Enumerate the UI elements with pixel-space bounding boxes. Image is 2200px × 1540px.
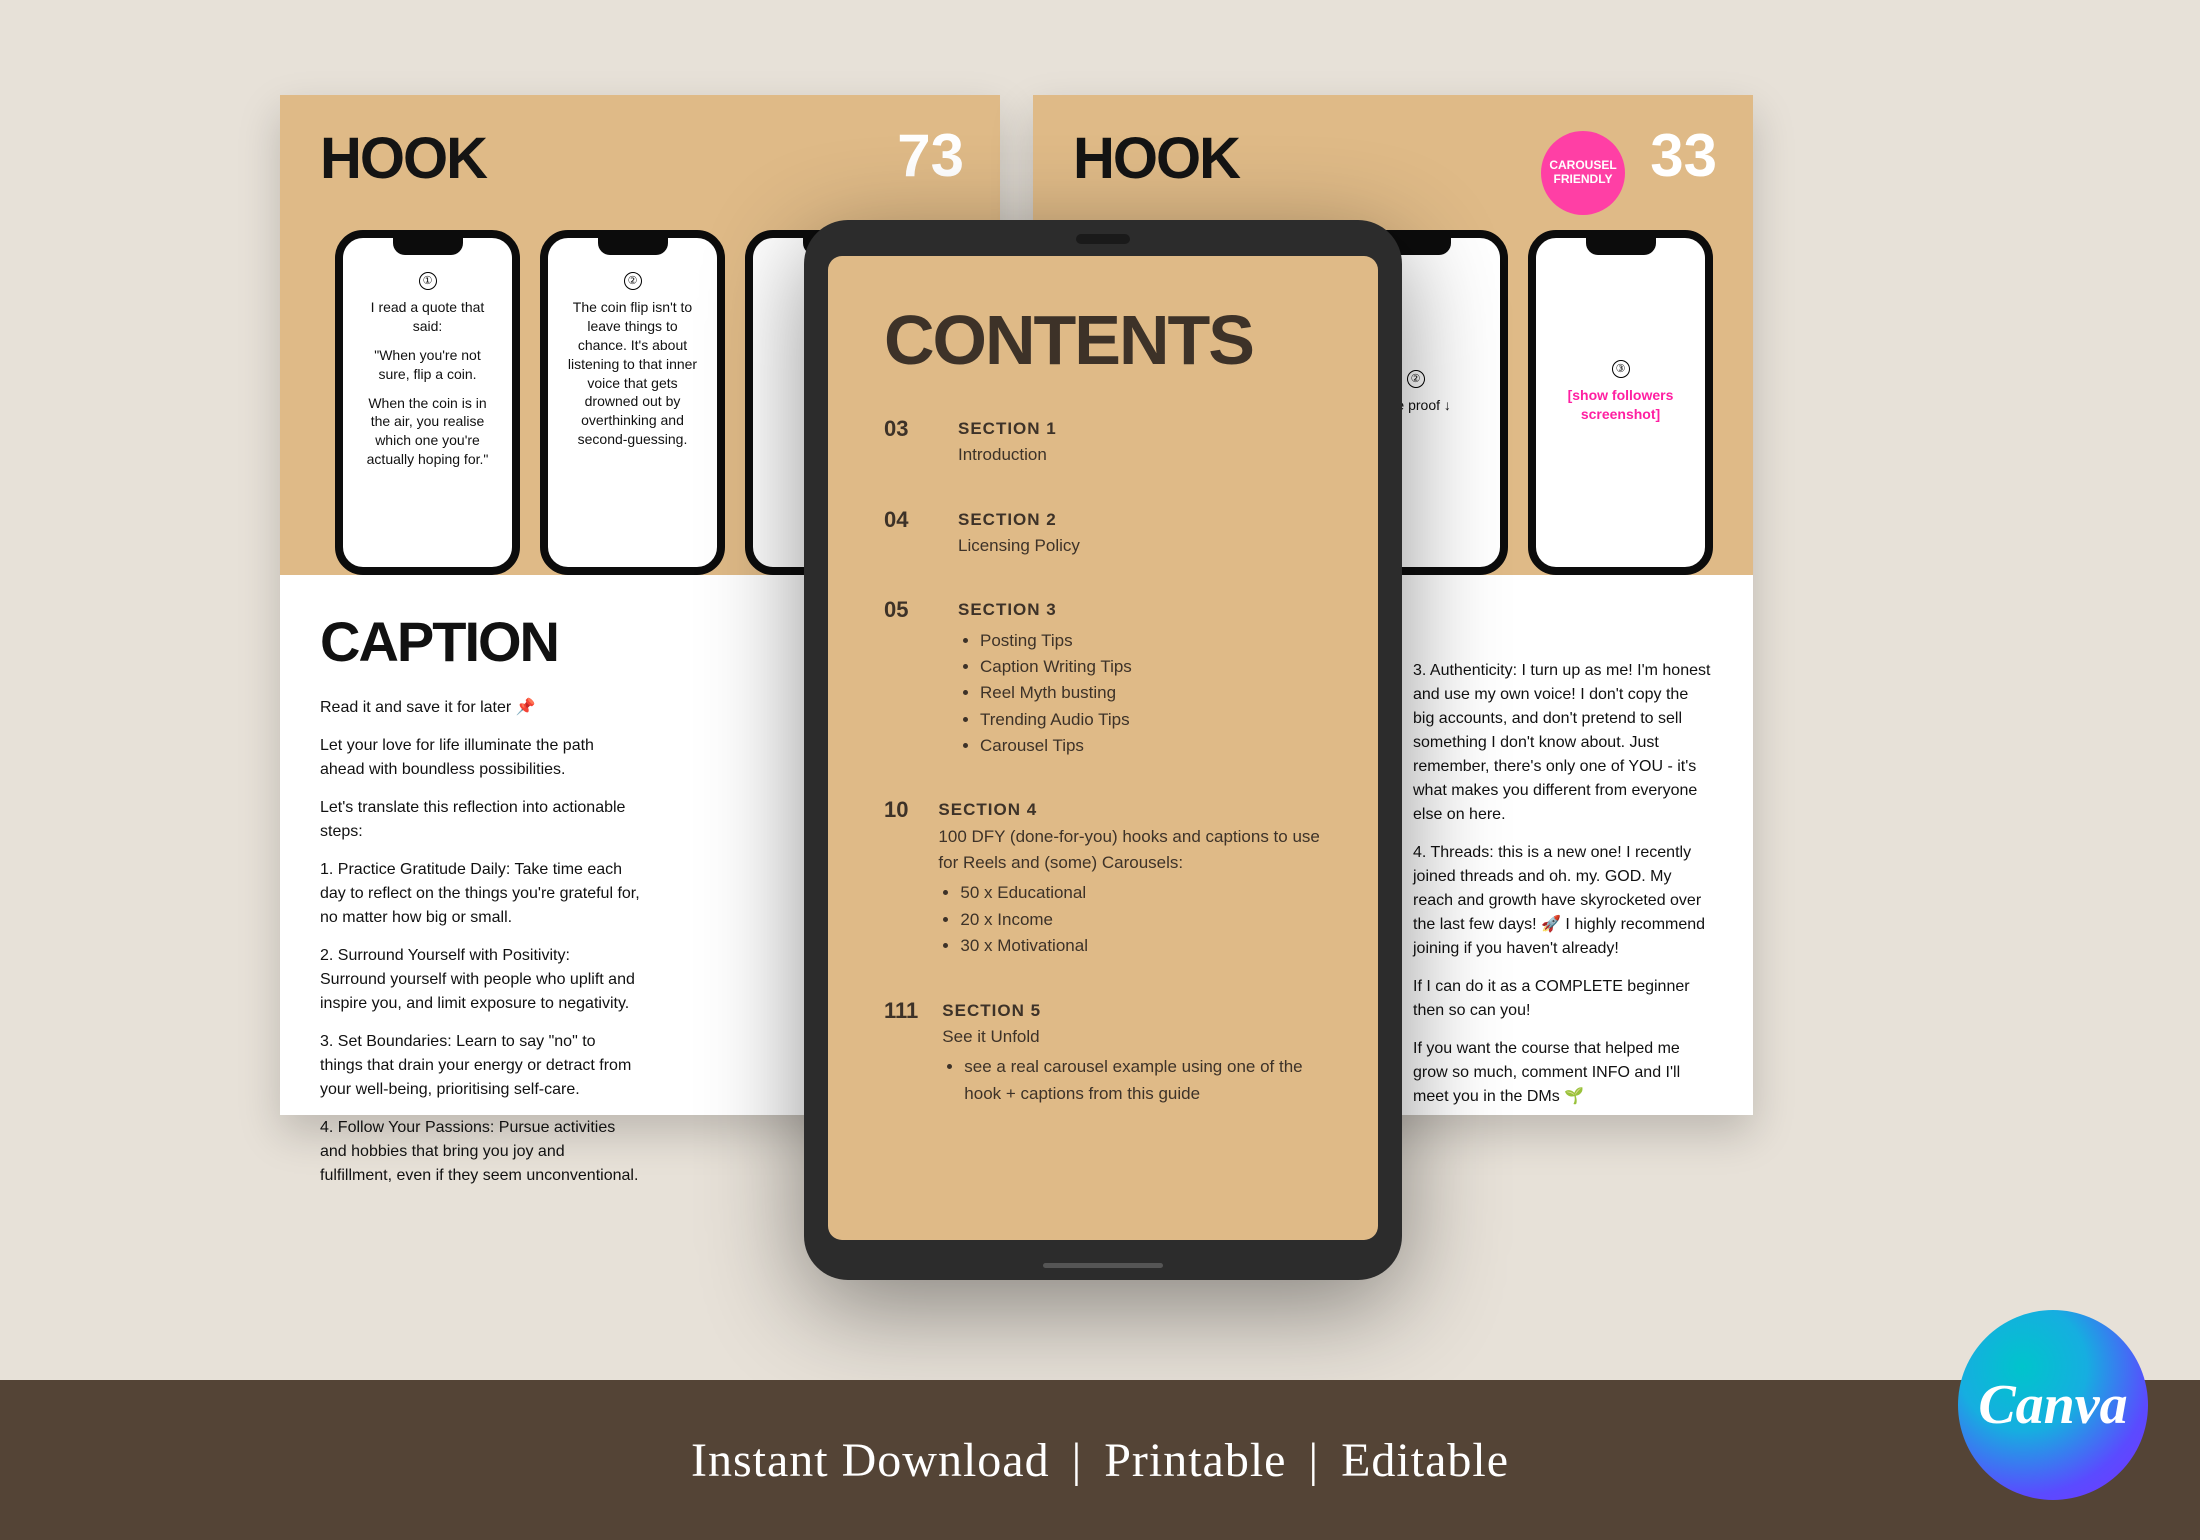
caption-column: 3. Authenticity: I turn up as me! I'm ho… (1413, 609, 1713, 1109)
caption-line: 3. Set Boundaries: Learn to say "no" to … (320, 1030, 640, 1102)
toc-row: 03 SECTION 1 Introduction (884, 416, 1322, 469)
toc-heading: SECTION 1 (958, 416, 1057, 442)
toc-num: 10 (884, 797, 914, 959)
carousel-friendly-seal: CAROUSEL FRIENDLY (1541, 131, 1625, 215)
caption-line: 4. Threads: this is a new one! I recentl… (1413, 841, 1713, 961)
toc-body: SECTION 5 See it Unfold see a real carou… (942, 998, 1322, 1107)
toc-row: 111 SECTION 5 See it Unfold see a real c… (884, 998, 1322, 1107)
toc-bullet: 50 x Educational (960, 880, 1322, 906)
toc-desc: See it Unfold (942, 1027, 1039, 1046)
phone-text: The coin flip isn't to leave things to c… (562, 298, 703, 449)
tablet-mockup: CONTENTS 03 SECTION 1 Introduction 04 SE… (804, 220, 1402, 1280)
footer-bar: Instant Download | Printable | Editable (0, 1380, 2200, 1540)
toc-num: 04 (884, 507, 934, 560)
toc-desc: 100 DFY (done-for-you) hooks and caption… (938, 827, 1319, 872)
phone-text: I read a quote that said: (357, 298, 498, 336)
toc-bullet: Reel Myth busting (980, 680, 1132, 706)
slide-index: ② (1407, 370, 1425, 388)
hook-label: HOOK (320, 125, 960, 192)
toc-title: CONTENTS (884, 300, 1322, 380)
phone-text: [show followers screenshot] (1550, 386, 1691, 424)
separator: | (1072, 1433, 1083, 1488)
caption-column: Read it and save it for later 📌 Let your… (320, 696, 640, 1188)
caption-line: 2. Surround Yourself with Positivity: Su… (320, 944, 640, 1016)
toc-row: 04 SECTION 2 Licensing Policy (884, 507, 1322, 560)
toc-heading: SECTION 2 (958, 507, 1080, 533)
slide-index: ② (624, 272, 642, 290)
toc-body: SECTION 1 Introduction (958, 416, 1057, 469)
tablet-screen: CONTENTS 03 SECTION 1 Introduction 04 SE… (828, 256, 1378, 1240)
toc-heading: SECTION 3 (958, 597, 1132, 623)
toc-bullet: 30 x Motivational (960, 933, 1322, 959)
caption-line: 1. Practice Gratitude Daily: Take time e… (320, 858, 640, 930)
caption-line: 4. Follow Your Passions: Pursue activiti… (320, 1116, 640, 1188)
toc-body: SECTION 3 Posting Tips Caption Writing T… (958, 597, 1132, 759)
toc-row: 10 SECTION 4 100 DFY (done-for-you) hook… (884, 797, 1322, 959)
toc-bullet: see a real carousel example using one of… (964, 1054, 1322, 1107)
toc-row: 05 SECTION 3 Posting Tips Caption Writin… (884, 597, 1322, 759)
caption-line: If you want the course that helped me gr… (1413, 1037, 1713, 1109)
phone-slide-2: ② The coin flip isn't to leave things to… (540, 230, 725, 575)
canva-logo: Canva (1958, 1310, 2148, 1500)
toc-num: 111 (884, 998, 918, 1107)
footer-text: Editable (1341, 1433, 1509, 1488)
caption-line: Let your love for life illuminate the pa… (320, 734, 640, 782)
toc-bullet: Trending Audio Tips (980, 707, 1132, 733)
slide-index: ③ (1612, 360, 1630, 378)
caption-line: 3. Authenticity: I turn up as me! I'm ho… (1413, 659, 1713, 827)
toc-bullet: Posting Tips (980, 628, 1132, 654)
caption-line: Read it and save it for later 📌 (320, 696, 640, 720)
toc-desc: Licensing Policy (958, 536, 1080, 555)
footer-text: Printable (1104, 1433, 1286, 1488)
toc-heading: SECTION 5 (942, 998, 1322, 1024)
phone-slide-1: ① I read a quote that said: "When you're… (335, 230, 520, 575)
toc-heading: SECTION 4 (938, 797, 1322, 823)
phone-slide-3: ③ [show followers screenshot] (1528, 230, 1713, 575)
toc-bullet: Caption Writing Tips (980, 654, 1132, 680)
hook-number: 33 (1650, 121, 1717, 190)
phone-text: When the coin is in the air, you realise… (357, 394, 498, 470)
toc-body: SECTION 4 100 DFY (done-for-you) hooks a… (938, 797, 1322, 959)
toc-bullet: 20 x Income (960, 907, 1322, 933)
footer-text: Instant Download (691, 1433, 1050, 1488)
caption-line: If I can do it as a COMPLETE beginner th… (1413, 975, 1713, 1023)
separator: | (1308, 1433, 1319, 1488)
toc-num: 05 (884, 597, 934, 759)
toc-desc: Introduction (958, 445, 1047, 464)
caption-line: Let's translate this reflection into act… (320, 796, 640, 844)
slide-index: ① (419, 272, 437, 290)
phone-text: "When you're not sure, flip a coin. (357, 346, 498, 384)
tablet-frame: CONTENTS 03 SECTION 1 Introduction 04 SE… (804, 220, 1402, 1280)
toc-bullet: Carousel Tips (980, 733, 1132, 759)
toc-body: SECTION 2 Licensing Policy (958, 507, 1080, 560)
hook-number: 73 (897, 121, 964, 190)
toc-num: 03 (884, 416, 934, 469)
